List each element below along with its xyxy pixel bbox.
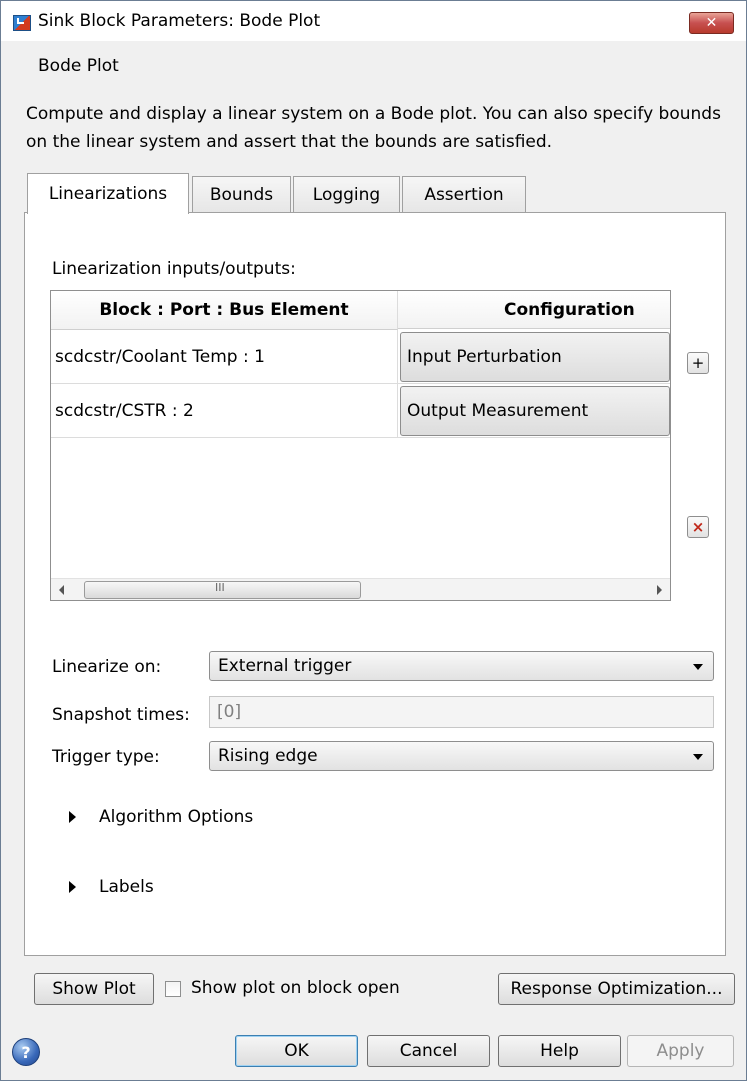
show-plot-on-open-checkbox[interactable] bbox=[165, 981, 181, 997]
expand-arrow-icon bbox=[69, 811, 76, 823]
help-icon[interactable]: ? bbox=[12, 1038, 40, 1066]
trigger-type-label: Trigger type: bbox=[52, 747, 160, 767]
scroll-left-icon[interactable] bbox=[59, 585, 64, 595]
algorithm-options-toggle[interactable]: Algorithm Options bbox=[69, 807, 253, 827]
snapshot-times-label: Snapshot times: bbox=[52, 705, 190, 725]
trigger-type-value: Rising edge bbox=[218, 746, 318, 766]
response-optimization-button[interactable]: Response Optimization... bbox=[498, 973, 735, 1005]
labels-section-label: Labels bbox=[99, 877, 154, 897]
chevron-down-icon bbox=[693, 754, 703, 760]
show-plot-button[interactable]: Show Plot bbox=[34, 973, 154, 1005]
linearize-on-value: External trigger bbox=[218, 656, 352, 676]
tab-bounds[interactable]: Bounds bbox=[192, 176, 291, 213]
show-plot-on-open-label[interactable]: Show plot on block open bbox=[191, 978, 400, 998]
configuration-button-1[interactable]: Input Perturbation bbox=[400, 331, 670, 382]
trigger-type-dropdown[interactable]: Rising edge bbox=[209, 741, 714, 771]
tab-linearizations[interactable]: Linearizations bbox=[27, 173, 189, 214]
window-title: Sink Block Parameters: Bode Plot bbox=[38, 11, 321, 31]
linearization-table: Block : Port : Bus Element Configuration… bbox=[50, 290, 671, 601]
title-bar: Sink Block Parameters: Bode Plot ✕ bbox=[1, 1, 746, 41]
simulink-block-icon bbox=[13, 15, 31, 31]
cancel-button[interactable]: Cancel bbox=[367, 1035, 490, 1067]
column-header-configuration[interactable]: Configuration bbox=[398, 291, 670, 329]
ok-button[interactable]: OK bbox=[235, 1035, 358, 1067]
remove-signal-button[interactable]: × bbox=[687, 516, 709, 538]
table-row-block-2[interactable]: scdcstr/CSTR : 2 bbox=[51, 384, 398, 438]
linearize-on-label: Linearize on: bbox=[52, 657, 162, 677]
snapshot-times-field[interactable]: [0] bbox=[209, 696, 714, 728]
table-row-config-1: Input Perturbation bbox=[398, 330, 670, 384]
linearization-io-label: Linearization inputs/outputs: bbox=[52, 259, 296, 279]
scroll-thumb[interactable] bbox=[84, 581, 361, 599]
chevron-down-icon bbox=[693, 664, 703, 670]
labels-toggle[interactable]: Labels bbox=[69, 877, 154, 897]
horizontal-scrollbar[interactable] bbox=[51, 578, 670, 600]
tab-logging[interactable]: Logging bbox=[293, 176, 400, 213]
tab-assertion[interactable]: Assertion bbox=[402, 176, 526, 213]
algorithm-options-label: Algorithm Options bbox=[99, 807, 254, 827]
column-header-block[interactable]: Block : Port : Bus Element bbox=[51, 291, 398, 330]
expand-arrow-icon bbox=[69, 881, 76, 893]
table-row-config-2: Output Measurement bbox=[398, 384, 670, 438]
block-description: Compute and display a linear system on a… bbox=[26, 104, 721, 152]
add-signal-button[interactable]: + bbox=[687, 352, 709, 374]
help-button[interactable]: Help bbox=[498, 1035, 621, 1067]
remove-icon: × bbox=[691, 518, 705, 536]
close-icon: ✕ bbox=[705, 15, 718, 31]
dialog-window: Sink Block Parameters: Bode Plot ✕ Bode … bbox=[0, 0, 747, 1081]
table-row-block-1[interactable]: scdcstr/Coolant Temp : 1 bbox=[51, 330, 398, 384]
scroll-right-icon[interactable] bbox=[657, 585, 662, 595]
configuration-button-2[interactable]: Output Measurement bbox=[400, 385, 670, 436]
apply-button: Apply bbox=[627, 1035, 734, 1067]
linearize-on-dropdown[interactable]: External trigger bbox=[209, 651, 714, 681]
group-label: Bode Plot bbox=[38, 56, 119, 76]
plus-icon: + bbox=[691, 354, 705, 372]
close-button[interactable]: ✕ bbox=[689, 12, 734, 34]
